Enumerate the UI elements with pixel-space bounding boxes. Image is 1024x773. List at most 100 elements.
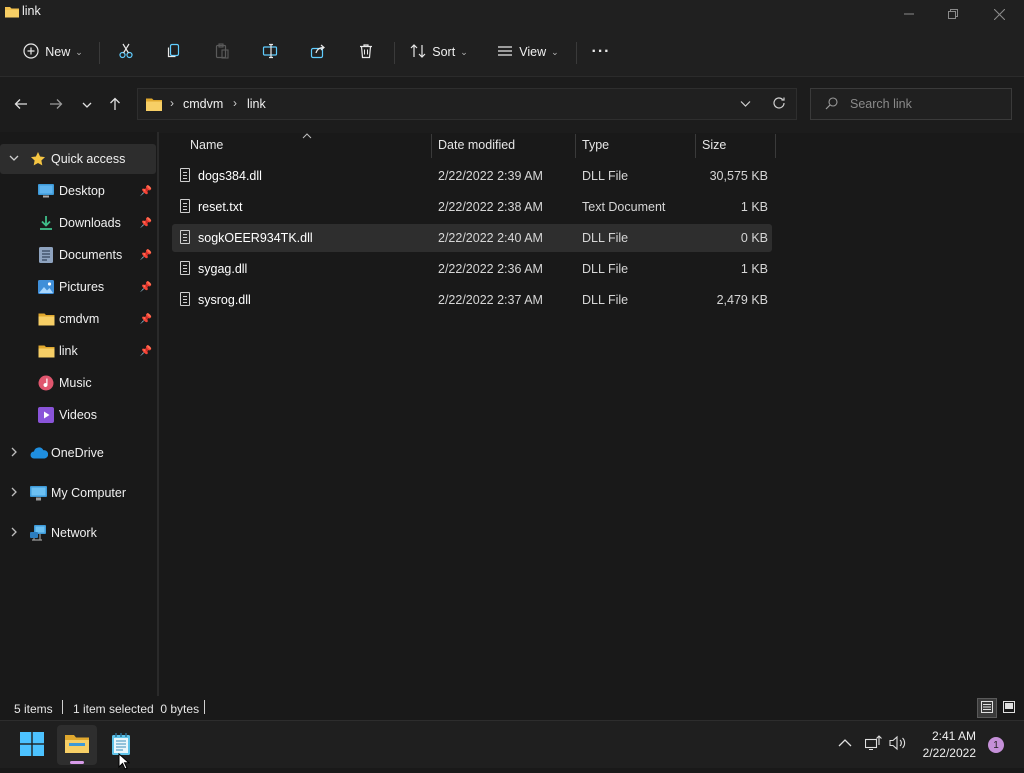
file-row[interactable]: reset.txt 2/22/2022 2:38 AM Text Documen…: [172, 193, 772, 221]
file-size: 30,575 KB: [709, 169, 768, 183]
maximize-button[interactable]: [930, 0, 976, 28]
details-view-icon: [981, 700, 993, 716]
nav-onedrive[interactable]: OneDrive: [0, 438, 156, 468]
toolbar-divider: [394, 42, 395, 64]
nav-label: Downloads: [59, 216, 121, 230]
nav-label: Quick access: [51, 152, 126, 166]
title-bar: link: [0, 0, 1024, 28]
new-button[interactable]: New ⌄: [12, 36, 94, 68]
nav-label: Pictures: [59, 280, 105, 294]
item-count: 5 items: [14, 702, 53, 716]
breadcrumb-cmdvm[interactable]: cmdvm: [183, 97, 223, 111]
close-button[interactable]: [976, 0, 1022, 28]
column-header-type[interactable]: Type: [582, 134, 692, 156]
nav-desktop[interactable]: Desktop 📌: [0, 176, 156, 206]
file-name: sygag.dll: [198, 262, 248, 276]
column-divider[interactable]: [575, 134, 576, 158]
up-button[interactable]: [102, 93, 128, 119]
more-icon: ···: [591, 43, 611, 60]
window-title: link: [22, 4, 41, 18]
tiles-view-button[interactable]: [999, 698, 1019, 718]
forward-button[interactable]: [43, 93, 69, 119]
file-type: DLL File: [582, 293, 629, 307]
arrow-up-icon: [108, 97, 122, 116]
breadcrumb-chevron-icon: ›: [170, 96, 174, 110]
back-button[interactable]: [8, 93, 34, 119]
column-header-date[interactable]: Date modified: [438, 134, 572, 156]
pictures-icon: [38, 280, 54, 297]
star-icon: [30, 151, 46, 170]
network-status-icon[interactable]: [864, 735, 883, 754]
refresh-icon[interactable]: [772, 96, 786, 113]
file-row[interactable]: sygag.dll 2/22/2022 2:36 AM DLL File 1 K…: [172, 255, 772, 283]
paste-button[interactable]: [206, 36, 238, 68]
search-box[interactable]: Search link: [810, 88, 1012, 120]
onedrive-icon: [30, 447, 49, 462]
nav-downloads[interactable]: Downloads 📌: [0, 208, 156, 238]
volume-icon[interactable]: [889, 735, 907, 754]
column-divider[interactable]: [431, 134, 432, 158]
column-header-size[interactable]: Size: [702, 134, 772, 156]
recent-locations-button[interactable]: [74, 93, 100, 119]
delete-button[interactable]: [350, 36, 382, 68]
file-size: 2,479 KB: [716, 293, 768, 307]
breadcrumb-link[interactable]: link: [247, 97, 266, 111]
file-size: 1 KB: [740, 200, 768, 214]
column-header-name[interactable]: Name: [190, 134, 428, 156]
navigation-pane: Quick access Desktop 📌 Downloads 📌 Docum…: [0, 132, 158, 696]
start-button[interactable]: [12, 725, 52, 765]
pin-icon[interactable]: 📌: [140, 186, 152, 197]
notification-badge[interactable]: 1: [988, 737, 1004, 753]
column-divider[interactable]: [695, 134, 696, 158]
music-icon: [38, 375, 54, 394]
nav-pictures[interactable]: Pictures 📌: [0, 272, 156, 302]
cut-button[interactable]: [110, 36, 142, 68]
pin-icon[interactable]: 📌: [140, 314, 152, 325]
pin-icon[interactable]: 📌: [140, 346, 152, 357]
file-row-selected[interactable]: sogkOEER934TK.dll 2/22/2022 2:40 AM DLL …: [172, 224, 772, 252]
nav-my-computer[interactable]: My Computer: [0, 478, 156, 508]
file-explorer-taskbar-button[interactable]: [57, 725, 97, 765]
clock-date[interactable]: 2/22/2022: [916, 746, 976, 760]
taskbar: 2:41 AM 2/22/2022 1: [0, 720, 1024, 770]
view-button[interactable]: View ⌄: [490, 36, 566, 68]
command-bar: New ⌄ Sort ⌄ View ⌄ ···: [0, 28, 1024, 76]
details-view-button[interactable]: [977, 698, 997, 718]
pin-icon[interactable]: 📌: [140, 218, 152, 229]
address-bar[interactable]: › cmdvm › link: [137, 88, 797, 120]
column-divider[interactable]: [775, 134, 776, 158]
copy-button[interactable]: [158, 36, 190, 68]
nav-network[interactable]: Network: [0, 518, 156, 548]
nav-quick-access[interactable]: Quick access: [0, 144, 156, 174]
pane-divider[interactable]: [157, 132, 159, 696]
file-row[interactable]: sysrog.dll 2/22/2022 2:37 AM DLL File 2,…: [172, 286, 772, 314]
nav-label: Network: [51, 526, 97, 540]
show-hidden-icons-button[interactable]: [838, 737, 852, 751]
share-button[interactable]: [302, 36, 334, 68]
pin-icon[interactable]: 📌: [140, 282, 152, 293]
sort-icon: [410, 43, 426, 62]
mouse-cursor-icon: [118, 752, 131, 773]
folder-icon: [38, 344, 55, 361]
tiles-view-icon: [1003, 700, 1015, 716]
nav-link[interactable]: link 📌: [0, 336, 156, 366]
copy-icon: [166, 43, 182, 62]
more-options-button[interactable]: ···: [584, 36, 618, 68]
nav-videos[interactable]: Videos: [0, 400, 156, 430]
clock-time[interactable]: 2:41 AM: [920, 729, 976, 743]
paste-icon: [214, 42, 230, 62]
address-history-dropdown[interactable]: [740, 98, 751, 112]
nav-cmdvm[interactable]: cmdvm 📌: [0, 304, 156, 334]
file-name: dogs384.dll: [198, 169, 262, 183]
rename-button[interactable]: [254, 36, 286, 68]
active-indicator: [70, 761, 84, 764]
chevron-right-icon: [9, 487, 19, 500]
nav-documents[interactable]: Documents 📌: [0, 240, 156, 270]
minimize-button[interactable]: [886, 0, 932, 28]
sort-button[interactable]: Sort ⌄: [402, 36, 476, 68]
file-row[interactable]: dogs384.dll 2/22/2022 2:39 AM DLL File 3…: [172, 162, 772, 190]
nav-music[interactable]: Music: [0, 368, 156, 398]
pin-icon[interactable]: 📌: [140, 250, 152, 261]
status-divider: [62, 700, 63, 714]
nav-label: Music: [59, 376, 92, 390]
